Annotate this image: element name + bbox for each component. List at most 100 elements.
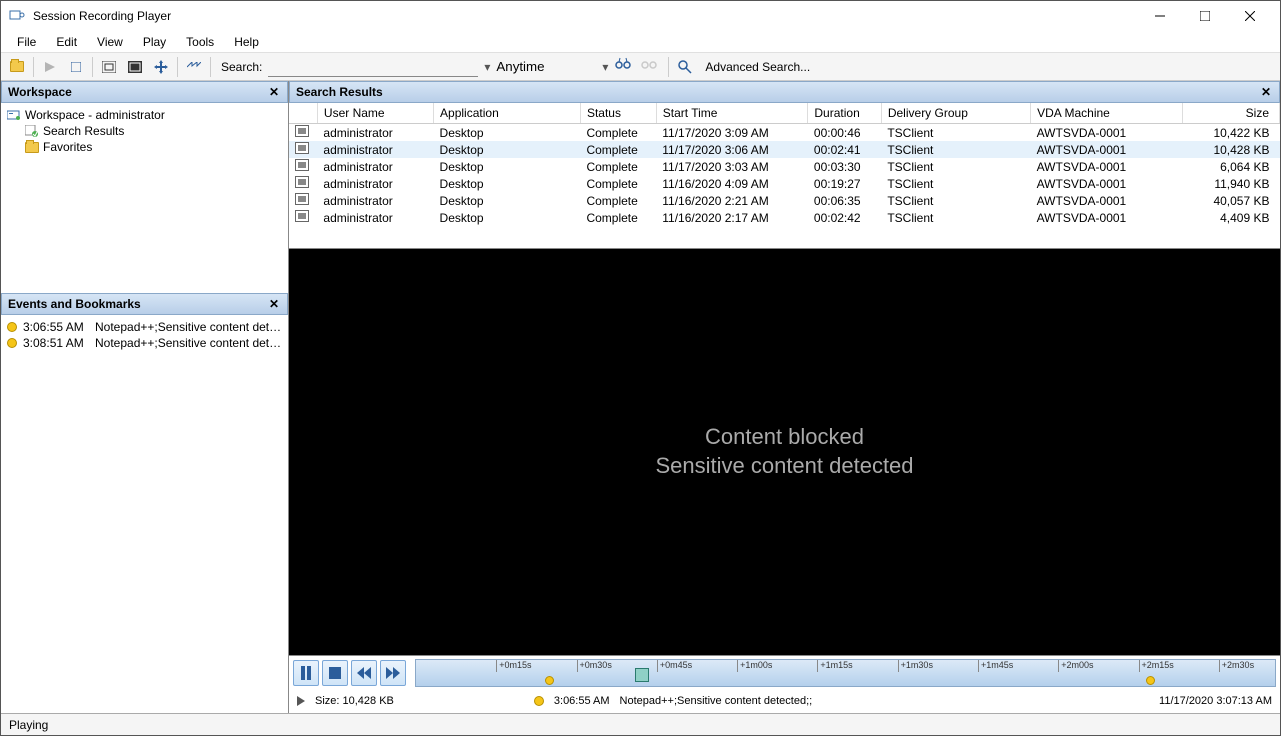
event-row[interactable]: 3:06:55 AM Notepad++;Sensitive content d… — [5, 319, 284, 335]
recording-icon — [295, 159, 309, 171]
pause-button[interactable] — [293, 660, 319, 686]
timeline-tick: +0m15s — [496, 660, 531, 672]
skip-button[interactable] — [182, 56, 206, 78]
stop-playback-button[interactable] — [322, 660, 348, 686]
fit-button[interactable] — [123, 56, 147, 78]
maximize-button[interactable] — [1182, 2, 1227, 30]
menu-tools[interactable]: Tools — [178, 33, 222, 51]
search-dropdown-icon[interactable]: ▾ — [480, 60, 494, 74]
play-button[interactable] — [38, 56, 62, 78]
time-dropdown-icon[interactable]: ▾ — [598, 60, 612, 74]
events-close-icon[interactable]: ✕ — [267, 297, 281, 311]
col-start[interactable]: Start Time — [656, 103, 808, 124]
fast-forward-button[interactable] — [380, 660, 406, 686]
tree-search-results-label: Search Results — [43, 124, 124, 138]
cell-vda: AWTSVDA-0001 — [1031, 124, 1183, 142]
cell-user: administrator — [317, 124, 433, 142]
cell-user: administrator — [317, 141, 433, 158]
right-column: Search Results ✕ User Name Application S… — [289, 81, 1280, 713]
cell-size: 6,064 KB — [1182, 158, 1279, 175]
cell-vda: AWTSVDA-0001 — [1031, 209, 1183, 226]
search-input[interactable] — [268, 57, 478, 77]
tree-favorites[interactable]: Favorites — [7, 139, 282, 155]
blocked-message: Content blocked Sensitive content detect… — [655, 423, 913, 480]
cell-app: Desktop — [434, 209, 581, 226]
workspace-title: Workspace — [8, 85, 267, 99]
table-row[interactable]: administrator Desktop Complete 11/17/202… — [289, 141, 1280, 158]
col-size[interactable]: Size — [1182, 103, 1279, 124]
stop-button[interactable] — [64, 56, 88, 78]
search-button[interactable] — [614, 56, 638, 78]
tree-search-results[interactable]: Search Results — [7, 123, 282, 139]
event-row[interactable]: 3:08:51 AM Notepad++;Sensitive content d… — [5, 335, 284, 351]
cell-vda: AWTSVDA-0001 — [1031, 141, 1183, 158]
app-icon — [9, 8, 25, 24]
cell-size: 4,409 KB — [1182, 209, 1279, 226]
cell-delivery-group: TSClient — [881, 158, 1030, 175]
col-app[interactable]: Application — [434, 103, 581, 124]
pan-button[interactable] — [149, 56, 173, 78]
events-panel-header: Events and Bookmarks ✕ — [1, 293, 288, 315]
menu-play[interactable]: Play — [135, 33, 174, 51]
rewind-button[interactable] — [351, 660, 377, 686]
menu-edit[interactable]: Edit — [48, 33, 85, 51]
blocked-line1: Content blocked — [655, 423, 913, 452]
separator — [177, 57, 178, 77]
search-label: Search: — [221, 60, 262, 74]
results-header-row: User Name Application Status Start Time … — [289, 103, 1280, 124]
col-duration[interactable]: Duration — [808, 103, 881, 124]
col-vda[interactable]: VDA Machine — [1031, 103, 1183, 124]
minimize-button[interactable] — [1137, 2, 1182, 30]
cell-status: Complete — [580, 141, 656, 158]
table-row[interactable]: administrator Desktop Complete 11/16/202… — [289, 209, 1280, 226]
results-table-wrap: User Name Application Status Start Time … — [289, 103, 1280, 249]
playback-info-row: Size: 10,428 KB 3:06:55 AM Notepad++;Sen… — [289, 690, 1280, 712]
menu-file[interactable]: File — [9, 33, 44, 51]
event-dot-icon — [7, 338, 17, 348]
col-delivery-group[interactable]: Delivery Group — [881, 103, 1030, 124]
table-row[interactable]: administrator Desktop Complete 11/17/202… — [289, 158, 1280, 175]
cell-start: 11/16/2020 4:09 AM — [656, 175, 808, 192]
playback-timestamp: 11/17/2020 3:07:13 AM — [1159, 695, 1272, 707]
results-table: User Name Application Status Start Time … — [289, 103, 1280, 226]
open-button[interactable] — [5, 56, 29, 78]
cell-app: Desktop — [434, 175, 581, 192]
col-icon[interactable] — [289, 103, 317, 124]
cell-vda: AWTSVDA-0001 — [1031, 158, 1183, 175]
results-icon — [25, 125, 39, 137]
col-status[interactable]: Status — [580, 103, 656, 124]
event-time: 3:06:55 AM — [23, 320, 89, 334]
table-row[interactable]: administrator Desktop Complete 11/16/202… — [289, 192, 1280, 209]
advanced-search-link[interactable]: Advanced Search... — [701, 58, 814, 76]
timeline-tick: +2m00s — [1058, 660, 1093, 672]
timeline-cursor[interactable] — [635, 668, 649, 682]
folder-icon — [25, 142, 39, 153]
time-filter-input[interactable] — [496, 57, 596, 77]
cell-start: 11/17/2020 3:06 AM — [656, 141, 808, 158]
results-scroll[interactable]: User Name Application Status Start Time … — [289, 103, 1280, 248]
cell-user: administrator — [317, 175, 433, 192]
timeline-event-marker[interactable] — [545, 676, 554, 685]
workspace-close-icon[interactable]: ✕ — [267, 85, 281, 99]
cell-duration: 00:19:27 — [808, 175, 881, 192]
cell-size: 10,428 KB — [1182, 141, 1279, 158]
menu-view[interactable]: View — [89, 33, 131, 51]
close-button[interactable] — [1227, 2, 1272, 30]
cell-size: 10,422 KB — [1182, 124, 1279, 142]
tree-root[interactable]: Workspace - administrator — [7, 107, 282, 123]
table-row[interactable]: administrator Desktop Complete 11/16/202… — [289, 175, 1280, 192]
advanced-search-icon[interactable] — [673, 56, 697, 78]
titlebar: Session Recording Player — [1, 1, 1280, 31]
results-close-icon[interactable]: ✕ — [1259, 85, 1273, 99]
event-dot-icon — [7, 322, 17, 332]
menubar: File Edit View Play Tools Help — [1, 31, 1280, 53]
timeline-event-marker[interactable] — [1146, 676, 1155, 685]
table-row[interactable]: administrator Desktop Complete 11/17/202… — [289, 124, 1280, 142]
player-viewport: Content blocked Sensitive content detect… — [289, 249, 1280, 655]
separator — [668, 57, 669, 77]
col-user[interactable]: User Name — [317, 103, 433, 124]
timeline[interactable]: +0m15s+0m30s+0m45s+1m00s+1m15s+1m30s+1m4… — [415, 659, 1276, 687]
cell-vda: AWTSVDA-0001 — [1031, 192, 1183, 209]
window-mode-button[interactable] — [97, 56, 121, 78]
menu-help[interactable]: Help — [226, 33, 267, 51]
